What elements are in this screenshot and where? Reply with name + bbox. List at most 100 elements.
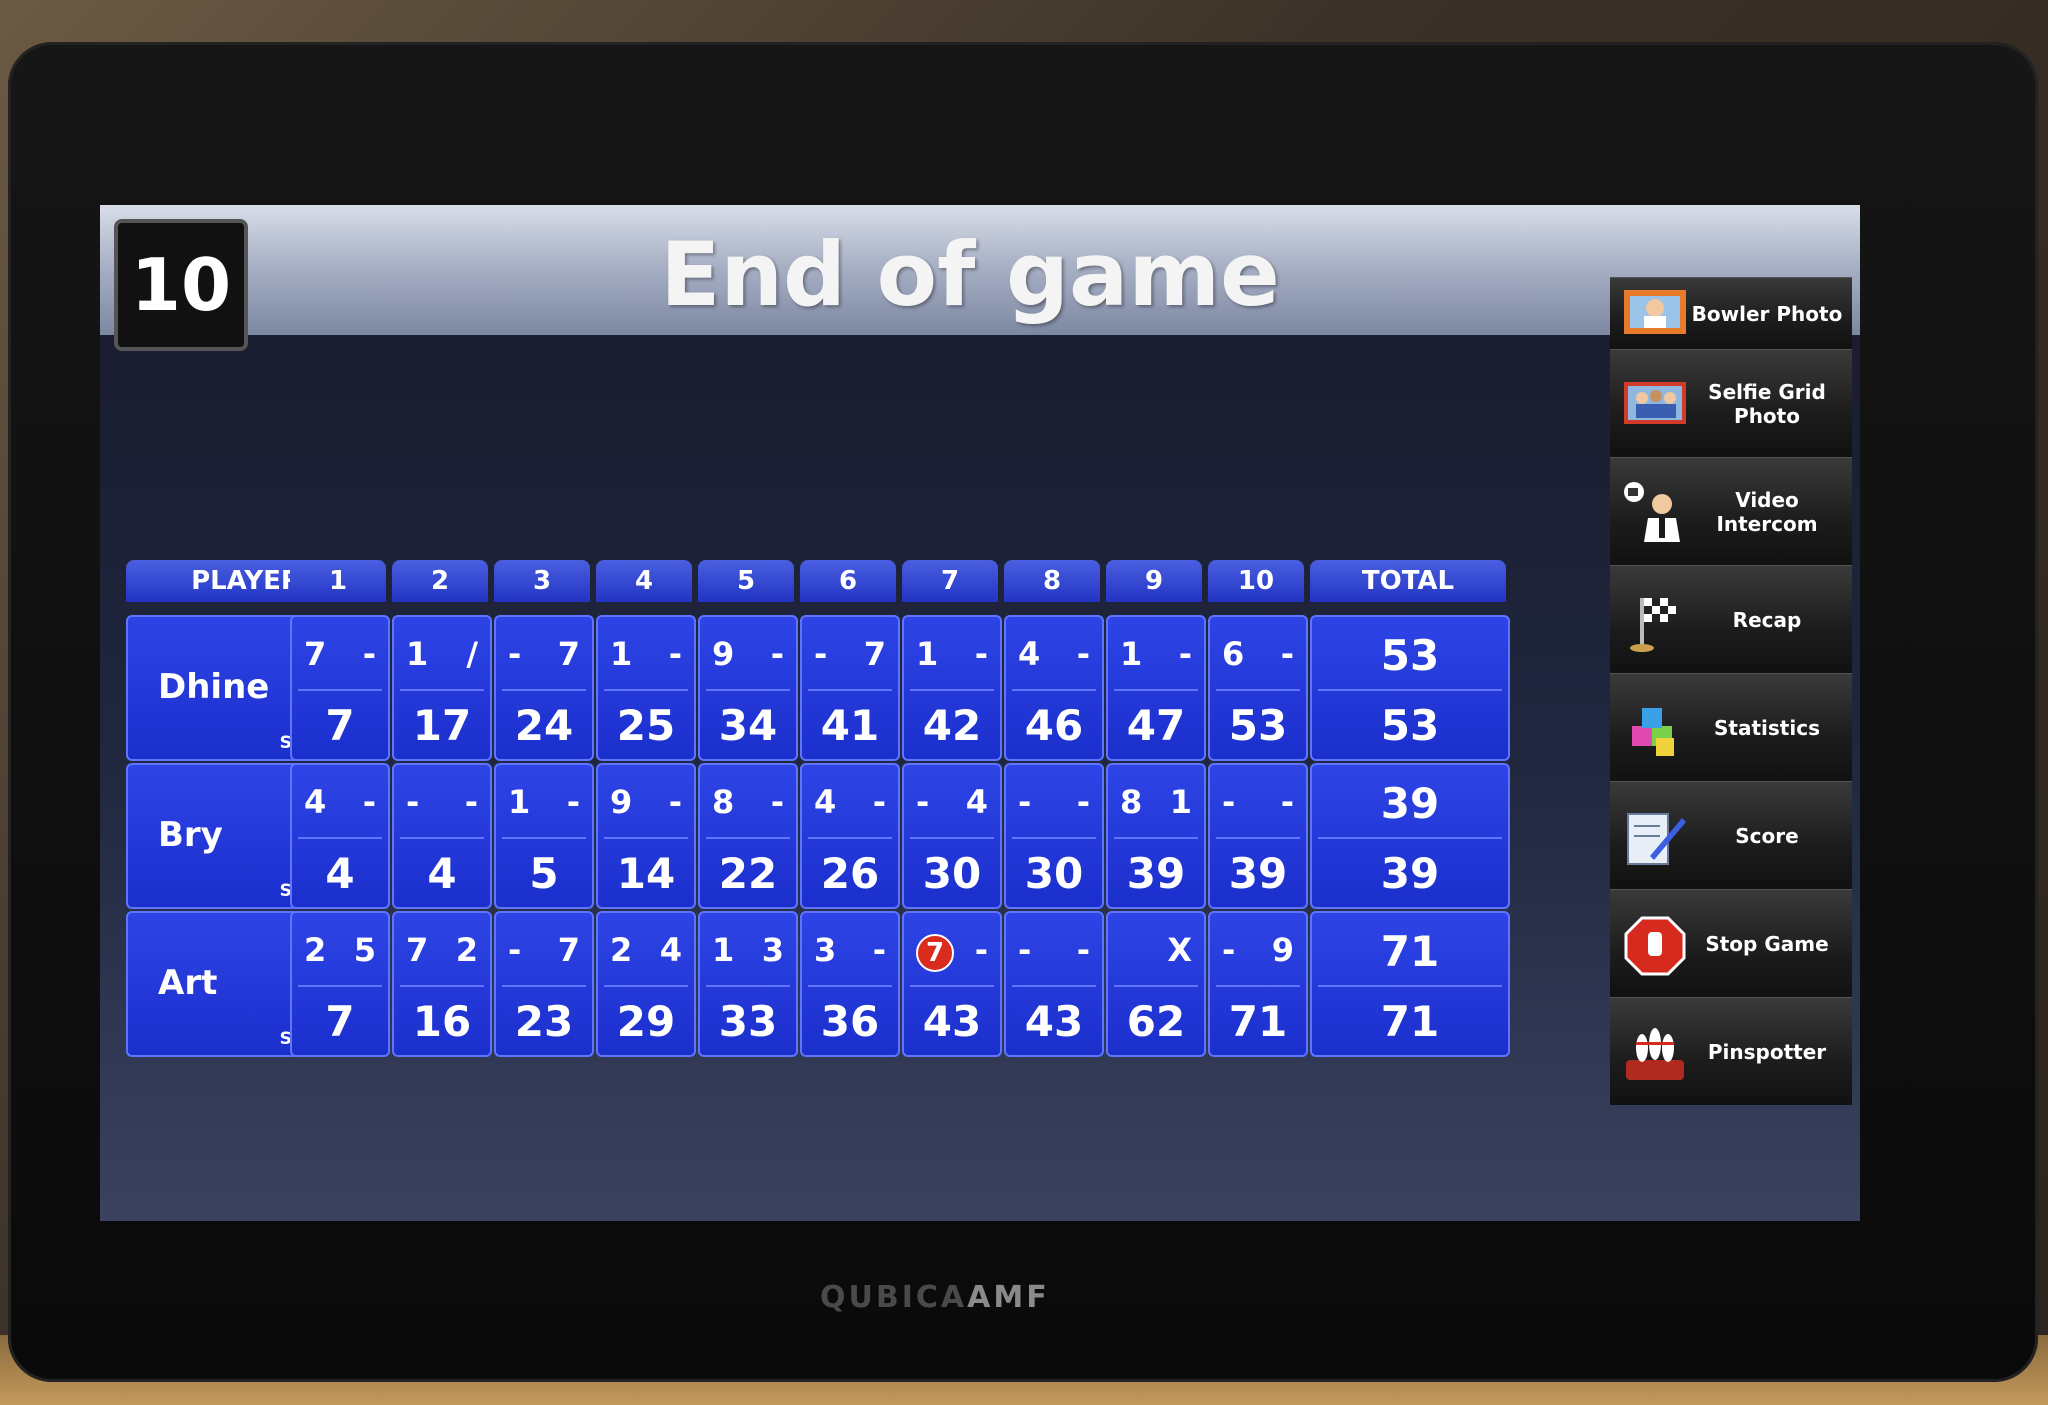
cumulative-score: 16	[412, 997, 472, 1046]
cumulative-score: 62	[1126, 997, 1186, 1046]
frame-divider	[808, 985, 892, 987]
frame-cell: 7-7	[290, 615, 390, 761]
cumulative-score: 36	[820, 997, 880, 1046]
ball-2: -	[1280, 783, 1294, 821]
ball-2: -	[1280, 635, 1294, 673]
cumulative-score: 17	[412, 701, 472, 750]
ball-2: 7	[557, 931, 580, 969]
header-frame-10: 10	[1208, 560, 1304, 602]
cumulative-score: 33	[718, 997, 778, 1046]
menu-stop-game[interactable]: Stop Game	[1610, 889, 1852, 997]
ball-2: -	[668, 635, 682, 673]
split-marker: 7	[916, 934, 954, 972]
menu-label: Statistics	[1714, 715, 1820, 740]
frame-cell: -7 24	[494, 615, 594, 761]
frame-cell: 1- 47	[1106, 615, 1206, 761]
ball-1: 1	[508, 783, 531, 821]
frame-cell: - - 39	[1208, 763, 1308, 909]
ball-1: 2	[610, 931, 633, 969]
frame-cell: -7 23	[494, 911, 594, 1057]
ball-2: 4	[965, 783, 988, 821]
frame-divider	[1012, 689, 1096, 691]
menu-bowler-photo[interactable]: Bowler Photo	[1610, 277, 1852, 349]
menu-label: Pinspotter	[1707, 1039, 1827, 1064]
player-name: Bry	[158, 815, 223, 855]
menu-selfie-grid-photo[interactable]: Selfie Grid Photo	[1610, 349, 1852, 457]
cumulative-score: 22	[718, 849, 778, 898]
total-divider	[1318, 689, 1502, 691]
frame-divider	[808, 689, 892, 691]
ball-2: -	[362, 635, 376, 673]
ball-1: 9	[610, 783, 633, 821]
ball-2: -	[566, 783, 580, 821]
total-bottom: 53	[1380, 701, 1440, 750]
cumulative-score: 46	[1024, 701, 1084, 750]
ball-1: -	[508, 635, 522, 673]
header-frame-4: 4	[596, 560, 692, 602]
ball-1: 2	[304, 931, 327, 969]
ball-1: -	[508, 931, 522, 969]
cumulative-score: 4	[325, 849, 355, 898]
cumulative-score: 7	[325, 997, 355, 1046]
ball-2: -	[974, 635, 988, 673]
total-top: 39	[1380, 779, 1440, 828]
ball-1: -	[1222, 931, 1236, 969]
frame-cell: 9- 14	[596, 763, 696, 909]
menu-statistics[interactable]: Statistics	[1610, 673, 1852, 781]
menu-score[interactable]: Score	[1610, 781, 1852, 889]
frame-cell: 25 7	[290, 911, 390, 1057]
ball-2: -	[872, 931, 886, 969]
menu-pinspotter[interactable]: Pinspotter	[1610, 997, 1852, 1105]
header-frame-2: 2	[392, 560, 488, 602]
header-total: TOTAL	[1310, 560, 1506, 602]
menu-recap[interactable]: Recap	[1610, 565, 1852, 673]
frame-divider	[1114, 837, 1198, 839]
frame-cell: 1-5	[494, 763, 594, 909]
ball-1: -	[814, 635, 828, 673]
frame-cell: 4- 26	[800, 763, 900, 909]
menu-label: Video Intercom	[1716, 487, 1818, 536]
menu-label: Bowler Photo	[1691, 301, 1843, 326]
total-divider	[1318, 985, 1502, 987]
ball-2: -	[668, 783, 682, 821]
menu-video-intercom[interactable]: Video Intercom	[1610, 457, 1852, 565]
ball-1: 1	[712, 931, 735, 969]
cumulative-score: 43	[922, 997, 982, 1046]
cumulative-score: 14	[616, 849, 676, 898]
frame-cell: 1- 25	[596, 615, 696, 761]
header-frame-8: 8	[1004, 560, 1100, 602]
total-top: 71	[1380, 927, 1440, 976]
cumulative-score: 71	[1228, 997, 1288, 1046]
ball-1: 4	[1018, 635, 1041, 673]
ball-1: 8	[712, 783, 735, 821]
ball-1: 7	[406, 931, 429, 969]
score-sheet-icon	[1620, 804, 1690, 870]
frame-divider	[400, 985, 484, 987]
total-bottom: 39	[1380, 849, 1440, 898]
menu-label: Score	[1735, 823, 1799, 848]
player-name: Dhine	[158, 667, 270, 707]
ball-2: 1	[1169, 783, 1192, 821]
cumulative-score: 42	[922, 701, 982, 750]
ball-1: 6	[1222, 635, 1245, 673]
menu-label: Recap	[1732, 607, 1802, 632]
header-frame-6: 6	[800, 560, 896, 602]
stop-sign-icon	[1620, 912, 1690, 978]
header-frame-9: 9	[1106, 560, 1202, 602]
ball-2: X	[1167, 931, 1192, 969]
frame-cell: 7 2 16	[392, 911, 492, 1057]
frame-divider	[604, 837, 688, 839]
current-frame-badge: 10	[114, 219, 248, 351]
ball-2: -	[872, 783, 886, 821]
frame-cell: - -4	[392, 763, 492, 909]
total-bottom: 71	[1380, 997, 1440, 1046]
frame-cell: 8- 22	[698, 763, 798, 909]
frame-divider	[1012, 837, 1096, 839]
frame-divider	[1216, 689, 1300, 691]
frame-divider	[604, 689, 688, 691]
cumulative-score: 30	[1024, 849, 1084, 898]
ball-2: -	[362, 783, 376, 821]
cumulative-score: 39	[1228, 849, 1288, 898]
ball-1: 3	[814, 931, 837, 969]
cumulative-score: 30	[922, 849, 982, 898]
